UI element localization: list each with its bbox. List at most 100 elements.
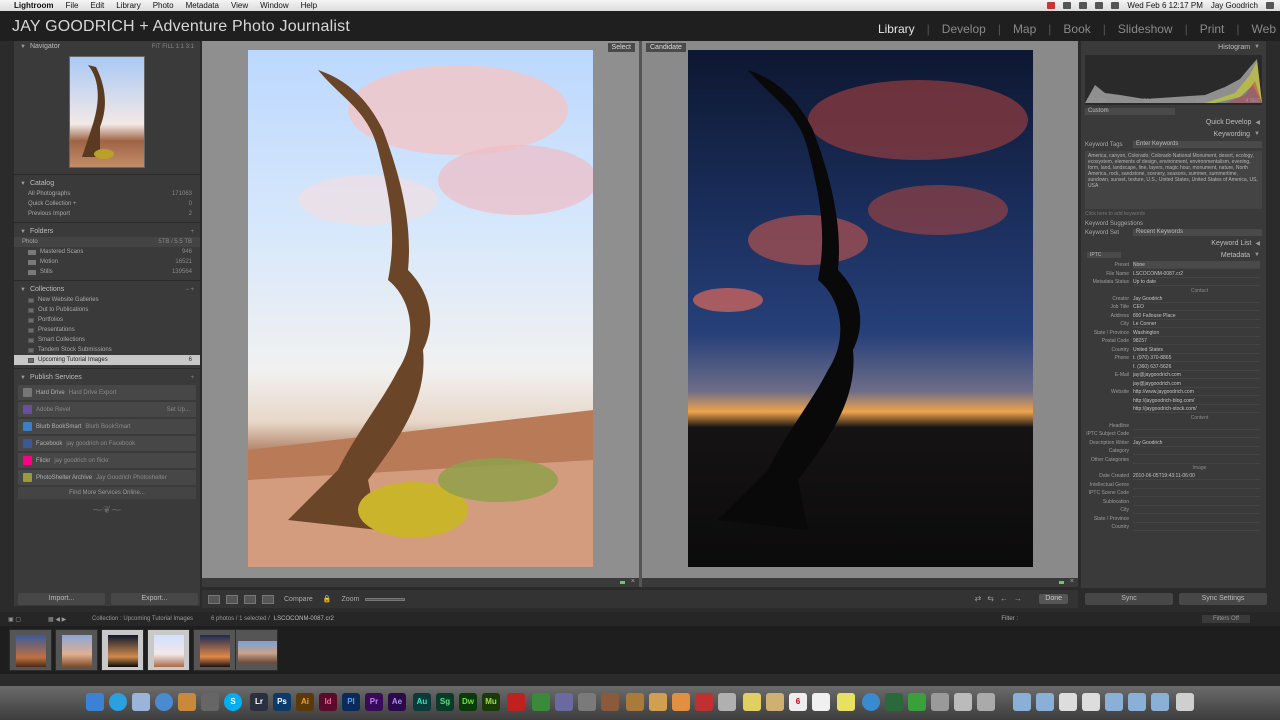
finder-icon[interactable]: [86, 693, 104, 711]
sync-settings-button[interactable]: Sync Settings: [1179, 593, 1267, 605]
document-icon[interactable]: [1082, 693, 1100, 711]
filmstrip-source[interactable]: Collection : Upcoming Tutorial Images: [92, 616, 193, 622]
module-book[interactable]: Book: [1063, 22, 1090, 36]
menu-library[interactable]: Library: [116, 1, 140, 10]
app-icon[interactable]: [718, 693, 736, 711]
done-button[interactable]: Done: [1039, 594, 1068, 604]
app-icon[interactable]: [908, 693, 926, 711]
metadata-preset-dropdown[interactable]: None: [1133, 261, 1260, 270]
metadata-value-field[interactable]: [1133, 515, 1260, 523]
volume-icon[interactable]: [1095, 2, 1104, 9]
arrow-right-icon[interactable]: →: [1014, 594, 1022, 603]
metadata-value-field[interactable]: http://jaygoodrich-blog.com/: [1133, 397, 1260, 405]
grid-nav-icon[interactable]: ▦ ◀ ▶: [48, 616, 66, 623]
add-collection-icon[interactable]: − +: [185, 287, 194, 293]
menubar-clock[interactable]: Wed Feb 6 12:17 PM: [1127, 1, 1202, 10]
notes-icon[interactable]: [837, 693, 855, 711]
metadata-value-field[interactable]: Jay Goodrich: [1133, 295, 1260, 303]
metadata-value-field[interactable]: [1133, 506, 1260, 515]
muse-icon[interactable]: Mu: [482, 693, 500, 711]
calendar-icon[interactable]: 6: [789, 693, 807, 711]
export-button[interactable]: Export...: [111, 593, 198, 605]
filmstrip-thumbnail[interactable]: [9, 629, 52, 671]
record-icon[interactable]: [1047, 2, 1056, 9]
publish-service-adobe-revel[interactable]: Adobe Revel Set Up...: [18, 402, 196, 417]
skype-icon[interactable]: S: [224, 693, 242, 711]
metadata-value-field[interactable]: 2010-06-05T19:43:11-06:00: [1133, 472, 1260, 481]
filmstrip-thumbnail[interactable]: [55, 629, 98, 671]
spotlight-icon[interactable]: [1266, 2, 1274, 9]
metadata-value-field[interactable]: f. (360) 637-5626: [1133, 363, 1260, 371]
import-button[interactable]: Import...: [18, 593, 105, 605]
safari-icon[interactable]: [109, 693, 127, 711]
catalog-item-all-photographs[interactable]: All Photographs 171063: [14, 189, 200, 199]
folders-header[interactable]: ▼ Folders +: [14, 226, 200, 237]
catalog-header[interactable]: ▼ Catalog: [14, 178, 200, 189]
collection-item[interactable]: New Website Galleries: [14, 295, 200, 305]
indesign-icon[interactable]: Id: [319, 693, 337, 711]
metadata-value-field[interactable]: [1133, 430, 1260, 439]
catalog-item-previous-import[interactable]: Previous Import 2: [14, 209, 200, 219]
module-library[interactable]: Library: [878, 22, 915, 36]
camera-icon[interactable]: [201, 693, 219, 711]
app-icon[interactable]: [626, 693, 644, 711]
keyword-tags-dropdown[interactable]: Enter Keywords: [1133, 141, 1262, 148]
app-icon[interactable]: [532, 693, 550, 711]
downloads-folder-icon[interactable]: [1151, 693, 1169, 711]
app-icon[interactable]: [812, 693, 830, 711]
app-icon[interactable]: [766, 693, 784, 711]
audition-icon[interactable]: Au: [413, 693, 431, 711]
folders-volume[interactable]: Photo 5TB / 5.5 TB: [14, 237, 200, 247]
keyword-suggestions-row[interactable]: Keyword Suggestions: [1081, 219, 1266, 228]
app-icon[interactable]: [601, 693, 619, 711]
publish-service-photoshelter[interactable]: PhotoShelter Archive Jay Goodrich Photosh…: [18, 470, 196, 485]
menu-photo[interactable]: Photo: [153, 1, 174, 10]
publish-services-header[interactable]: ▼ Publish Services +: [14, 372, 200, 383]
histogram-header[interactable]: Histogram ▼: [1081, 41, 1266, 53]
metadata-value-field[interactable]: Washington: [1133, 329, 1260, 337]
metadata-value-field[interactable]: 98257: [1133, 337, 1260, 346]
quick-develop-preset[interactable]: Custom: [1081, 107, 1266, 116]
sync-button[interactable]: Sync: [1085, 593, 1173, 605]
metadata-value-field[interactable]: United States: [1133, 346, 1260, 354]
folder-item[interactable]: Mastered Scans 946: [14, 247, 200, 257]
publish-service-flickr[interactable]: Flickr jay goodrich on flickr: [18, 453, 196, 468]
zoom-slider[interactable]: [365, 597, 406, 601]
menu-view[interactable]: View: [231, 1, 248, 10]
filmstrip-thumbnail-candidate[interactable]: [101, 629, 144, 671]
collection-item[interactable]: Tandem Stock Submissions: [14, 345, 200, 355]
metadata-value-field[interactable]: [1133, 422, 1260, 430]
metadata-value-field[interactable]: [1133, 447, 1260, 456]
folder-icon[interactable]: [1036, 693, 1054, 711]
candidate-photo[interactable]: [688, 50, 1033, 567]
illustrator-icon[interactable]: Ai: [296, 693, 314, 711]
menu-window[interactable]: Window: [260, 1, 288, 10]
metadata-value-field[interactable]: CEO: [1133, 303, 1260, 312]
filter-dropdown[interactable]: Filters Off: [1202, 615, 1250, 623]
folder-icon[interactable]: [1013, 693, 1031, 711]
menu-file[interactable]: File: [66, 1, 79, 10]
metadata-value-field[interactable]: [1133, 523, 1260, 532]
lightroom-icon[interactable]: Lr: [250, 693, 268, 711]
metadata-header[interactable]: IPTC Metadata ▼: [1081, 249, 1266, 261]
find-more-services-button[interactable]: Find More Services Online...: [18, 487, 196, 499]
acrobat-icon[interactable]: [507, 693, 525, 711]
lock-icon[interactable]: 🔒: [323, 595, 332, 603]
secondary-window-icon[interactable]: ▣ ▢: [8, 616, 21, 623]
app-icon[interactable]: [695, 693, 713, 711]
collection-item[interactable]: Presentations: [14, 325, 200, 335]
metadata-value-field[interactable]: http://jaygoodrich-stock.com/: [1133, 405, 1260, 414]
select-pane[interactable]: Select ×: [202, 41, 639, 587]
app-icon[interactable]: [672, 693, 690, 711]
module-web[interactable]: Web: [1252, 22, 1276, 36]
document-icon[interactable]: [1059, 693, 1077, 711]
collection-item[interactable]: Portfolios: [14, 315, 200, 325]
navigator-header[interactable]: ▼ Navigator FIT FILL 1:1 3:1: [14, 41, 200, 52]
collection-item-selected[interactable]: Upcoming Tutorial Images 6: [14, 355, 200, 365]
keyword-text-area[interactable]: America, canyon, Colorado, Colorado Nati…: [1085, 151, 1262, 209]
folder-item[interactable]: Motion 16521: [14, 257, 200, 267]
candidate-pane[interactable]: Candidate ×: [642, 41, 1078, 587]
collections-header[interactable]: ▼ Collections − +: [14, 284, 200, 295]
trash-icon[interactable]: [1176, 693, 1194, 711]
after-effects-icon[interactable]: Ae: [388, 693, 406, 711]
